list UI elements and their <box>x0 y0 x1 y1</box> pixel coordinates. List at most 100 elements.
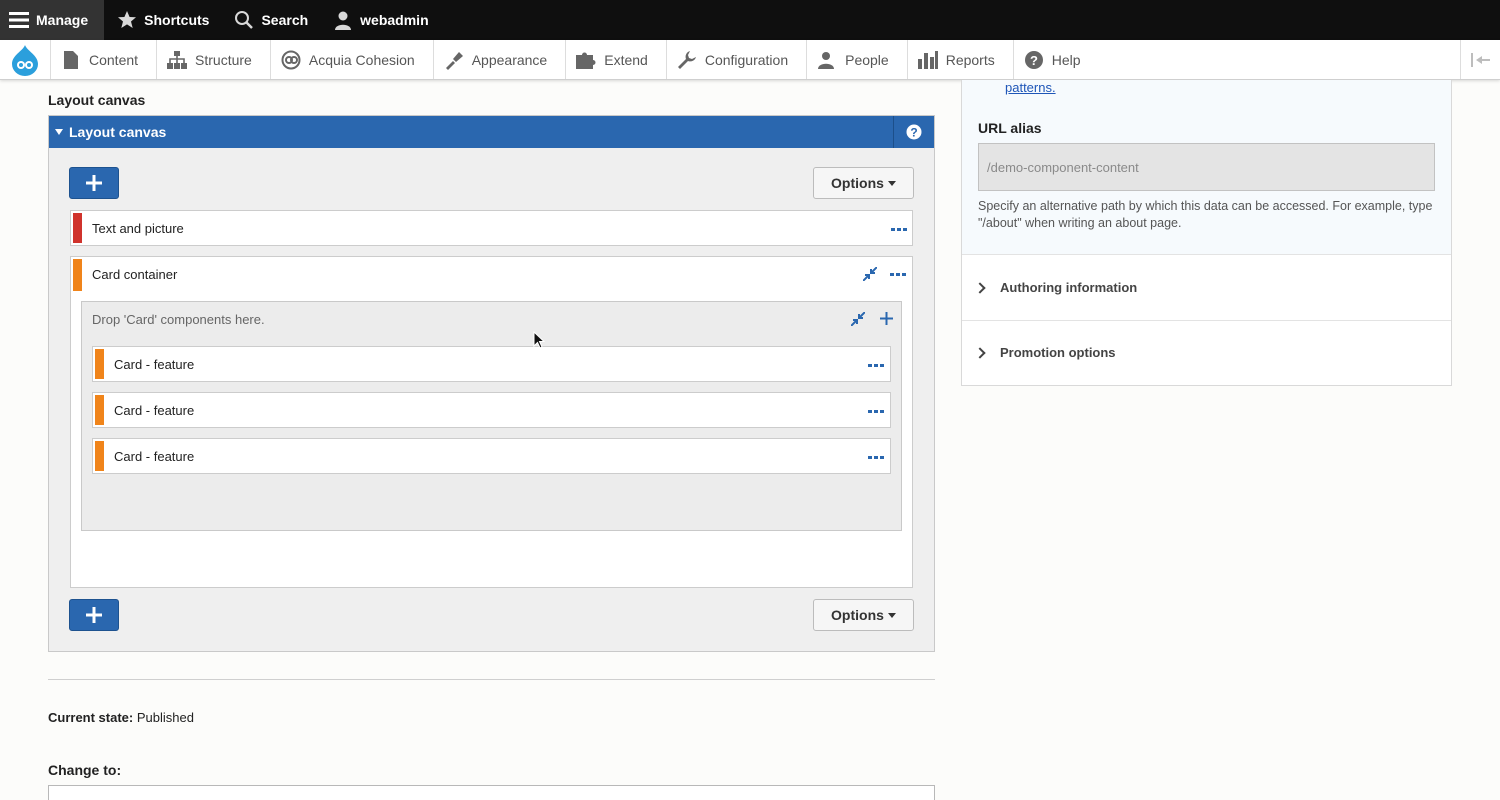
tray-item-acquia-cohesion[interactable]: Acquia Cohesion <box>269 40 433 79</box>
paintbrush-icon <box>444 50 464 70</box>
options-button-bottom[interactable]: Options <box>813 599 914 631</box>
star-icon <box>116 9 138 31</box>
component-color-bar <box>73 213 82 243</box>
admin-tray: Content Structure Acquia Cohesion Appear… <box>0 40 1500 80</box>
tray-item-label: Reports <box>945 51 995 68</box>
change-to-select[interactable] <box>48 785 935 800</box>
collapse-arrows-icon[interactable] <box>863 267 877 281</box>
help-button[interactable]: ? <box>893 116 934 148</box>
tray-item-label: Configuration <box>704 51 789 68</box>
component-label: Card - feature <box>114 448 195 464</box>
shortcuts-label: Shortcuts <box>144 12 210 28</box>
caret-down-icon <box>887 612 896 618</box>
layout-canvas-header[interactable]: Layout canvas ? <box>49 116 934 148</box>
add-card-plus-icon[interactable] <box>880 312 893 325</box>
help-icon: ? <box>1024 50 1044 70</box>
promotion-options-toggle[interactable]: Promotion options <box>962 320 1451 385</box>
url-alias-label: URL alias <box>978 120 1042 136</box>
collapse-tray-button[interactable] <box>1460 40 1500 79</box>
tray-item-extend[interactable]: Extend <box>565 40 666 79</box>
component-text-and-picture[interactable]: Text and picture <box>70 210 913 246</box>
hamburger-icon <box>8 9 30 31</box>
layout-canvas-title: Layout canvas <box>69 124 167 140</box>
url-alias-value: /demo-component-content <box>987 159 1139 175</box>
chevron-right-icon <box>974 346 986 359</box>
patterns-link[interactable]: patterns. <box>1005 80 1056 95</box>
component-card-feature[interactable]: Card - feature <box>92 438 891 474</box>
current-state-label: Current state: <box>48 710 134 725</box>
component-color-bar <box>95 395 104 425</box>
dropzone-hint: Drop 'Card' components here. <box>92 312 265 327</box>
add-component-button-top[interactable] <box>69 167 119 199</box>
more-options-icon[interactable] <box>868 406 884 416</box>
more-options-icon[interactable] <box>868 360 884 370</box>
admin-toolbar: Manage Shortcuts Search webadmin <box>0 0 1500 40</box>
component-label: Card container <box>92 266 178 282</box>
tray-item-appearance[interactable]: Appearance <box>432 40 566 79</box>
component-color-bar <box>95 441 104 471</box>
tray-item-label: Content <box>89 51 139 68</box>
bar-chart-icon <box>917 50 938 70</box>
component-label: Card - feature <box>114 402 195 418</box>
collapse-arrows-icon[interactable] <box>851 312 865 326</box>
tray-item-label: People <box>845 51 889 68</box>
divider <box>48 679 935 680</box>
chevron-right-icon <box>974 281 986 294</box>
component-color-bar <box>73 259 82 291</box>
user-button[interactable]: webadmin <box>320 0 440 40</box>
options-label: Options <box>831 175 884 191</box>
tray-item-label: Help <box>1051 51 1081 68</box>
svg-text:?: ? <box>1030 53 1038 68</box>
user-icon <box>332 9 354 31</box>
current-state: Current state: Published <box>48 710 194 725</box>
caret-down-icon <box>887 180 896 186</box>
manage-button[interactable]: Manage <box>0 0 105 40</box>
tray-item-help[interactable]: ? Help <box>1012 40 1099 79</box>
manage-label: Manage <box>36 12 89 28</box>
mouse-cursor-icon <box>533 331 545 349</box>
tray-item-label: Acquia Cohesion <box>308 51 415 68</box>
url-alias-input[interactable]: /demo-component-content <box>978 143 1435 191</box>
search-button[interactable]: Search <box>221 0 320 40</box>
more-options-icon[interactable] <box>868 452 884 462</box>
change-to-label: Change to: <box>48 762 122 778</box>
component-card-feature[interactable]: Card - feature <box>92 392 891 428</box>
people-icon <box>817 50 837 70</box>
shortcuts-button[interactable]: Shortcuts <box>104 0 221 40</box>
user-label: webadmin <box>360 12 429 28</box>
url-alias-description: Specify an alternative path by which thi… <box>978 199 1433 230</box>
sidebar-panel: patterns. URL alias /demo-component-cont… <box>961 80 1452 386</box>
add-component-button-bottom[interactable] <box>69 599 119 631</box>
plus-icon <box>86 175 102 191</box>
search-icon <box>233 9 255 31</box>
tray-item-structure[interactable]: Structure <box>156 40 270 79</box>
options-label: Options <box>831 607 884 623</box>
more-options-icon[interactable] <box>891 224 907 234</box>
component-label: Card - feature <box>114 356 195 372</box>
tray-item-label: Appearance <box>471 51 548 68</box>
puzzle-icon <box>576 50 596 70</box>
drupal-logo-icon[interactable] <box>0 40 50 79</box>
tray-item-label: Structure <box>195 51 252 68</box>
tray-item-reports[interactable]: Reports <box>906 40 1013 79</box>
tray-item-content[interactable]: Content <box>50 40 156 79</box>
cohesion-icon <box>281 50 301 70</box>
collapse-triangle-icon <box>55 129 63 135</box>
authoring-information-label: Authoring information <box>1000 280 1138 295</box>
more-options-icon[interactable] <box>890 269 906 279</box>
authoring-information-toggle[interactable]: Authoring information <box>962 255 1451 320</box>
tray-item-people[interactable]: People <box>806 40 907 79</box>
sitemap-icon <box>167 50 188 70</box>
svg-text:?: ? <box>910 126 917 140</box>
component-card-feature[interactable]: Card - feature <box>92 346 891 382</box>
tray-item-label: Extend <box>604 51 648 68</box>
tray-item-configuration[interactable]: Configuration <box>665 40 806 79</box>
layout-canvas-heading: Layout canvas <box>48 92 146 108</box>
help-icon: ? <box>906 124 922 140</box>
options-button-top[interactable]: Options <box>813 167 914 199</box>
plus-icon <box>86 607 102 623</box>
promotion-options-label: Promotion options <box>1000 345 1116 360</box>
url-alias-section: patterns. URL alias /demo-component-cont… <box>962 80 1451 255</box>
document-icon <box>61 50 81 70</box>
current-state-value: Published <box>136 710 194 725</box>
